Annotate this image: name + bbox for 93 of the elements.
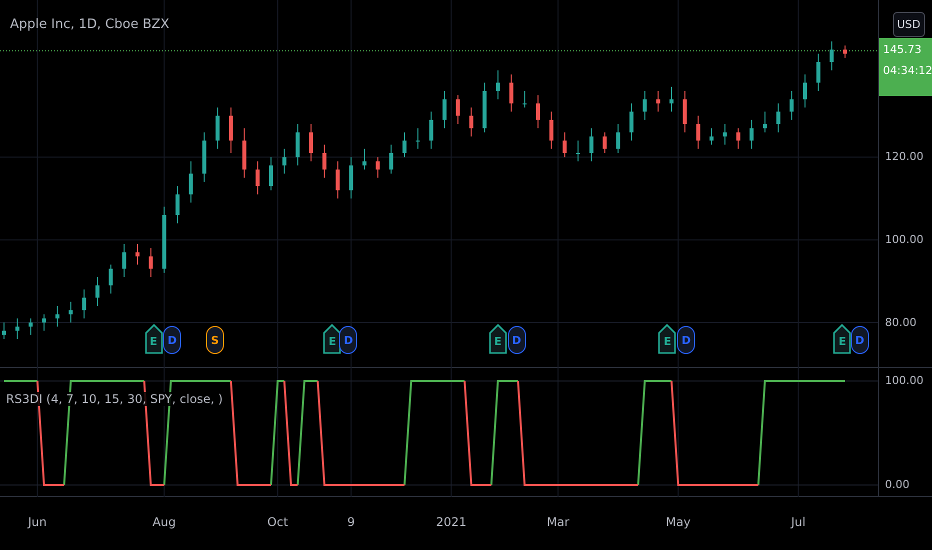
candle bbox=[710, 128, 714, 146]
axis-label: 0.00 bbox=[885, 478, 910, 492]
candle bbox=[336, 160, 340, 199]
candle bbox=[188, 160, 193, 204]
earnings-marker[interactable]: E bbox=[833, 324, 852, 354]
candle bbox=[68, 301, 73, 324]
candle bbox=[269, 156, 273, 191]
candle bbox=[349, 156, 354, 199]
candle bbox=[416, 128, 420, 150]
candle bbox=[549, 111, 554, 150]
candle bbox=[242, 128, 246, 178]
candle bbox=[136, 243, 140, 266]
time-label: 2021 bbox=[436, 515, 466, 529]
candle bbox=[722, 124, 727, 146]
candle bbox=[629, 102, 634, 142]
bar-countdown: 04:34:12 bbox=[883, 64, 929, 77]
dividend-marker[interactable]: D bbox=[163, 326, 182, 354]
candle bbox=[322, 144, 326, 178]
time-label: Oct bbox=[267, 515, 288, 529]
candle bbox=[642, 90, 647, 120]
candle bbox=[82, 288, 86, 319]
candle bbox=[42, 314, 46, 332]
candle bbox=[202, 132, 206, 182]
axis-label: 100.00 bbox=[885, 232, 924, 247]
candle bbox=[389, 144, 394, 174]
candle bbox=[736, 128, 740, 150]
dividend-marker[interactable]: D bbox=[339, 326, 358, 354]
candle bbox=[536, 94, 540, 129]
axis-label: 80.00 bbox=[885, 316, 916, 330]
currency-button[interactable]: USD bbox=[893, 12, 925, 37]
candle bbox=[496, 70, 500, 100]
price-value: 145.73 bbox=[883, 42, 922, 56]
candle bbox=[55, 305, 60, 328]
candle bbox=[589, 128, 594, 162]
candle bbox=[402, 132, 406, 158]
candle bbox=[762, 111, 767, 133]
candle bbox=[108, 264, 113, 294]
candle bbox=[469, 107, 474, 137]
candle bbox=[362, 148, 366, 170]
indicator-legend: RS3DI (4, 7, 10, 15, 30, SPY, close, ) bbox=[6, 392, 223, 406]
candle bbox=[750, 119, 754, 150]
axis-label: 120.00 bbox=[885, 150, 924, 164]
time-label: May bbox=[666, 515, 691, 529]
candle bbox=[456, 94, 460, 125]
candle bbox=[522, 90, 527, 108]
candle bbox=[309, 124, 314, 162]
candle bbox=[602, 132, 607, 154]
time-label: Jun bbox=[28, 515, 47, 529]
candle bbox=[15, 318, 20, 340]
candle bbox=[790, 90, 794, 120]
split-marker[interactable]: S bbox=[206, 326, 224, 354]
candle bbox=[776, 102, 780, 133]
candle bbox=[843, 44, 848, 58]
time-label: Aug bbox=[152, 515, 176, 529]
candle bbox=[696, 115, 700, 150]
dividend-marker[interactable]: D bbox=[508, 326, 526, 354]
candle bbox=[376, 156, 380, 178]
candle bbox=[656, 90, 660, 112]
dividend-marker[interactable]: D bbox=[677, 326, 696, 354]
candle bbox=[616, 124, 620, 154]
candle bbox=[576, 140, 580, 162]
candle bbox=[429, 111, 434, 150]
candle bbox=[509, 74, 514, 112]
candle bbox=[228, 107, 233, 154]
candle bbox=[122, 243, 126, 278]
candle bbox=[830, 40, 834, 71]
candle bbox=[670, 86, 674, 112]
candle bbox=[256, 160, 260, 195]
candle bbox=[95, 276, 100, 306]
candle bbox=[562, 132, 567, 158]
candle bbox=[176, 186, 180, 224]
symbol-title: Apple Inc, 1D, Cboe BZX bbox=[10, 17, 170, 32]
dividend-marker[interactable]: D bbox=[850, 326, 869, 354]
candle bbox=[148, 248, 153, 278]
time-label: Mar bbox=[546, 515, 570, 529]
candle bbox=[282, 148, 286, 174]
earnings-marker[interactable]: E bbox=[488, 324, 507, 354]
candle bbox=[28, 318, 33, 336]
candle bbox=[803, 74, 807, 108]
candle bbox=[216, 107, 220, 150]
earnings-marker[interactable]: E bbox=[323, 324, 342, 354]
candle bbox=[162, 206, 166, 274]
time-label: 9 bbox=[347, 515, 355, 529]
candle bbox=[296, 124, 300, 166]
candle bbox=[2, 322, 6, 340]
time-label: Jul bbox=[791, 515, 806, 529]
candle bbox=[442, 90, 447, 129]
candle bbox=[816, 53, 820, 92]
candle bbox=[482, 82, 487, 133]
axis-label: 100.00 bbox=[885, 374, 924, 388]
candle bbox=[682, 90, 687, 133]
earnings-marker[interactable]: E bbox=[658, 324, 676, 354]
earnings-marker[interactable]: E bbox=[144, 324, 163, 354]
